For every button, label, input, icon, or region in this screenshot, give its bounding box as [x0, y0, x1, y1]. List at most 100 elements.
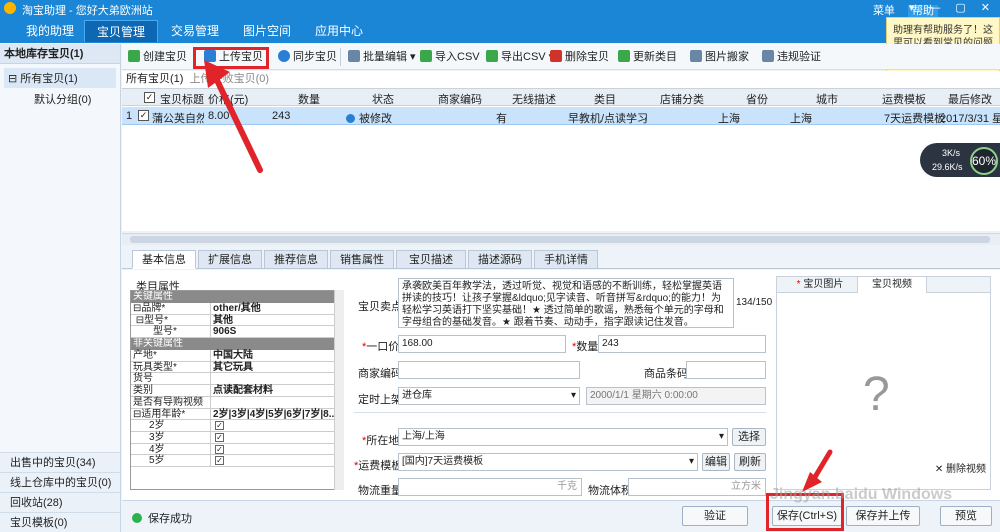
- save-and-upload-button[interactable]: 保存并上传: [846, 506, 920, 526]
- age-row[interactable]: 3岁 ✓: [131, 431, 343, 444]
- tab-source[interactable]: 描述源码: [468, 250, 532, 269]
- sidebar-item-recycle[interactable]: 回收站(28): [0, 492, 120, 512]
- col-wireless[interactable]: 无线描述: [512, 91, 556, 107]
- schedule-time-input[interactable]: 2000/1/1 星期六 0:00:00: [586, 387, 766, 405]
- tab-app-center[interactable]: 应用中心: [304, 20, 374, 42]
- tab-item-management[interactable]: 宝贝管理: [84, 20, 158, 42]
- tab-sales-attributes[interactable]: 销售属性: [330, 250, 394, 269]
- age-row[interactable]: 2岁 ✓: [131, 420, 343, 432]
- sidebar-item-on-sale[interactable]: 出售中的宝贝(34): [0, 452, 120, 472]
- col-title[interactable]: 宝贝标题: [160, 91, 204, 107]
- attr-row[interactable]: ⊟型号* 其他: [131, 314, 343, 327]
- sidebar-item-templates[interactable]: 宝贝模板(0): [0, 512, 120, 532]
- attr-row[interactable]: 类别 点读配套材料: [131, 385, 343, 397]
- attr-row[interactable]: 是否有导购视频: [131, 396, 343, 409]
- age-checkbox[interactable]: ✓: [215, 456, 224, 466]
- age-row[interactable]: 4岁 ✓: [131, 443, 343, 456]
- sidebar: 本地库存宝贝(1) ⊟ 所有宝贝(1) 默认分组(0) 出售中的宝贝(34) 线…: [0, 44, 121, 532]
- red-arrow-icon: [204, 60, 263, 173]
- col-category[interactable]: 类目: [594, 91, 616, 107]
- delete-video-button[interactable]: ✕ 删除视频: [935, 460, 986, 475]
- age-checkbox[interactable]: ✓: [215, 432, 224, 442]
- violation-check-button[interactable]: 违规验证: [762, 49, 821, 65]
- tab-item-video[interactable]: 宝贝视频: [857, 277, 927, 293]
- attr-row[interactable]: ⊟品牌* other/其他: [131, 303, 343, 315]
- freight-select[interactable]: [国内]7天运费模板 ▾: [398, 453, 698, 471]
- tab-extended-info[interactable]: 扩展信息: [198, 250, 262, 269]
- update-category-button[interactable]: 更新类目: [618, 49, 677, 65]
- chevron-down-icon: ▾: [570, 390, 576, 401]
- create-item-button[interactable]: 创建宝贝: [128, 49, 187, 65]
- delete-icon: [550, 50, 562, 62]
- select-all-checkbox[interactable]: ✓: [144, 92, 155, 103]
- detail-tab-bar: 基本信息 扩展信息 推荐信息 销售属性 宝贝描述 描述源码 手机详情: [122, 249, 1000, 269]
- sidebar-item-default-group[interactable]: 默认分组(0): [4, 88, 116, 107]
- location-select-button[interactable]: 选择: [732, 428, 766, 446]
- category-scrollbar[interactable]: [334, 290, 344, 490]
- attr-row[interactable]: 货号: [131, 373, 343, 386]
- selling-point-input[interactable]: 承袭欧美百年教学法，透过听觉、视觉和语感的不断训练，轻松掌握英语拼读的技巧！让孩…: [398, 278, 734, 328]
- delete-item-button[interactable]: 删除宝贝: [550, 49, 609, 65]
- col-province[interactable]: 省份: [746, 91, 768, 107]
- sidebar-item-all[interactable]: ⊟ 所有宝贝(1): [4, 68, 116, 88]
- chevron-down-icon: ▾: [718, 431, 724, 442]
- tab-item-images[interactable]: * 宝贝图片: [785, 277, 855, 293]
- preview-button[interactable]: 预览: [940, 506, 992, 526]
- schedule-select[interactable]: 进仓库 ▾: [398, 387, 580, 405]
- barcode-input[interactable]: [686, 361, 766, 379]
- age-row[interactable]: 5岁 ✓: [131, 455, 343, 467]
- sync-item-button[interactable]: 同步宝贝: [278, 49, 337, 65]
- info-icon: [346, 114, 355, 123]
- menu-button[interactable]: 菜单: [873, 5, 895, 17]
- export-icon: [486, 50, 498, 62]
- tab-description[interactable]: 宝贝描述: [396, 250, 466, 269]
- merchant-code-input[interactable]: [398, 361, 580, 379]
- row-checkbox[interactable]: ✓: [138, 110, 149, 121]
- price-input[interactable]: 168.00: [398, 335, 566, 353]
- attr-row[interactable]: 产地* 中国大陆: [131, 350, 343, 362]
- weight-input[interactable]: 千克: [398, 478, 582, 496]
- weight-label: 物流重量: [358, 485, 402, 497]
- save-status: 保存成功: [132, 510, 192, 526]
- attr-row[interactable]: 玩具类型* 其它玩具: [131, 361, 343, 374]
- sync-icon: [278, 50, 290, 62]
- horizontal-scrollbar[interactable]: [122, 233, 1000, 245]
- col-code[interactable]: 商家编码: [438, 91, 482, 107]
- check-icon: [762, 50, 774, 62]
- video-placeholder-icon: ?: [863, 368, 890, 421]
- sidebar-item-warehouse[interactable]: 线上仓库中的宝贝(0): [0, 472, 120, 492]
- freight-refresh-button[interactable]: 刷新: [734, 453, 766, 471]
- location-select[interactable]: 上海/上海 ▾: [398, 428, 728, 446]
- detail-panel: 类目属性 关键属性 ⊟品牌* other/其他 ⊟型号* 其他 型号* 906S 非关…: [122, 270, 1000, 500]
- attr-row[interactable]: ⊟适用年龄* 2岁|3岁|4岁|5岁|6岁|7岁|8...: [131, 408, 343, 421]
- volume-input[interactable]: 立方米: [628, 478, 766, 496]
- qty-input[interactable]: 243: [598, 335, 766, 353]
- sidebar-header: 本地库存宝贝(1): [0, 44, 120, 64]
- attr-row[interactable]: 型号* 906S: [131, 326, 343, 339]
- selling-point-label: 宝贝卖点: [358, 301, 402, 313]
- col-status[interactable]: 状态: [372, 91, 394, 107]
- import-csv-button[interactable]: 导入CSV: [420, 49, 480, 65]
- tab-mobile[interactable]: 手机详情: [534, 250, 598, 269]
- tab-basic-info[interactable]: 基本信息: [132, 250, 196, 269]
- col-shop-category[interactable]: 店铺分类: [660, 91, 704, 107]
- tab-trade-management[interactable]: 交易管理: [160, 20, 230, 42]
- image-move-button[interactable]: 图片搬家: [690, 49, 749, 65]
- col-qty[interactable]: 数量: [298, 91, 320, 107]
- verify-button[interactable]: 验证: [682, 506, 748, 526]
- col-freight[interactable]: 运费模板: [882, 91, 926, 107]
- col-city[interactable]: 城市: [816, 91, 838, 107]
- export-csv-button[interactable]: 导出CSV ▾: [486, 49, 554, 65]
- tab-recommend-info[interactable]: 推荐信息: [264, 250, 328, 269]
- age-checkbox[interactable]: ✓: [215, 444, 224, 454]
- tab-image-space[interactable]: 图片空间: [232, 20, 302, 42]
- age-checkbox[interactable]: ✓: [215, 421, 224, 431]
- freight-edit-button[interactable]: 编辑: [702, 453, 730, 471]
- window-controls[interactable]: ▾ — ▢ ✕: [909, 1, 996, 14]
- plus-icon: [128, 50, 140, 62]
- tab-my-assistant[interactable]: 我的助理: [18, 20, 82, 42]
- chevron-down-icon: ▾: [688, 456, 694, 467]
- batch-edit-button[interactable]: 批量编辑 ▾: [348, 49, 416, 65]
- category-attributes: 关键属性 ⊟品牌* other/其他 ⊟型号* 其他 型号* 906S 非关键属性 产…: [130, 290, 344, 490]
- image-icon: [690, 50, 702, 62]
